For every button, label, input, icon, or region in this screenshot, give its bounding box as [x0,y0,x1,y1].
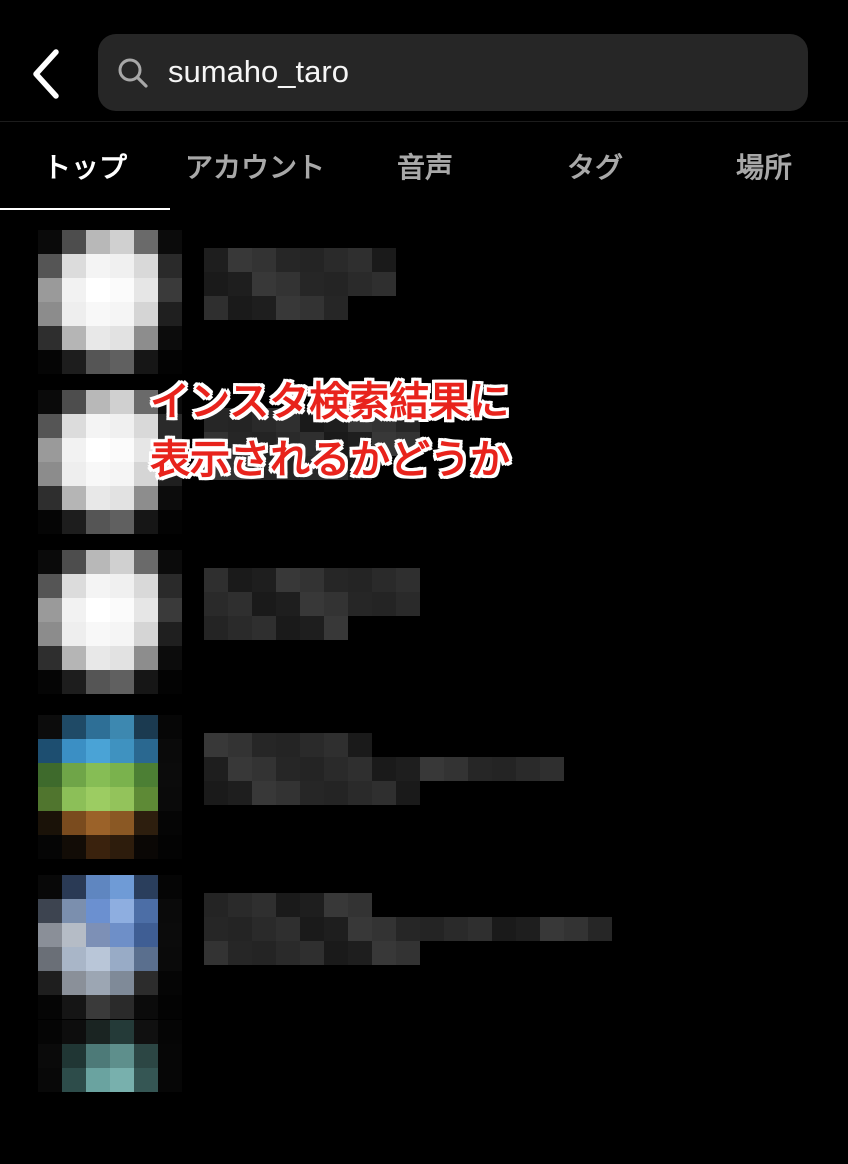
tab-places[interactable]: 場所 [680,122,848,210]
top-bar: sumaho_taro [0,0,848,120]
search-result-row[interactable] [0,532,848,694]
search-icon [116,56,150,90]
blurred-account-info [204,893,624,989]
blurred-account-info [204,248,624,344]
search-result-row[interactable] [0,857,848,1019]
tab-top[interactable]: トップ [0,122,170,210]
annotation-callout: インスタ検索結果に 表示されるかどうか [150,373,570,489]
search-query-text: sumaho_taro [168,54,349,89]
search-results-list [0,212,848,1092]
tab-accounts[interactable]: アカウント [170,122,340,210]
avatar [38,230,182,374]
active-tab-indicator [0,208,170,210]
tab-tags[interactable]: タグ [510,122,680,210]
search-result-row[interactable] [0,697,848,859]
avatar [38,715,182,859]
chevron-left-icon [22,42,74,106]
annotation-line-2: 表示されるかどうか [150,437,510,483]
avatar [38,1020,182,1164]
blurred-account-info [204,568,624,664]
back-button[interactable] [22,42,74,106]
blurred-account-info [204,733,624,829]
avatar [38,875,182,1019]
search-input[interactable]: sumaho_taro [98,34,808,111]
search-tabs: トップ アカウント 音声 タグ 場所 [0,122,848,210]
search-result-row[interactable] [0,1002,848,1162]
annotation-line-1: インスタ検索結果に [150,379,510,425]
avatar [38,550,182,694]
tab-audio[interactable]: 音声 [340,122,510,210]
search-result-row[interactable] [0,212,848,374]
